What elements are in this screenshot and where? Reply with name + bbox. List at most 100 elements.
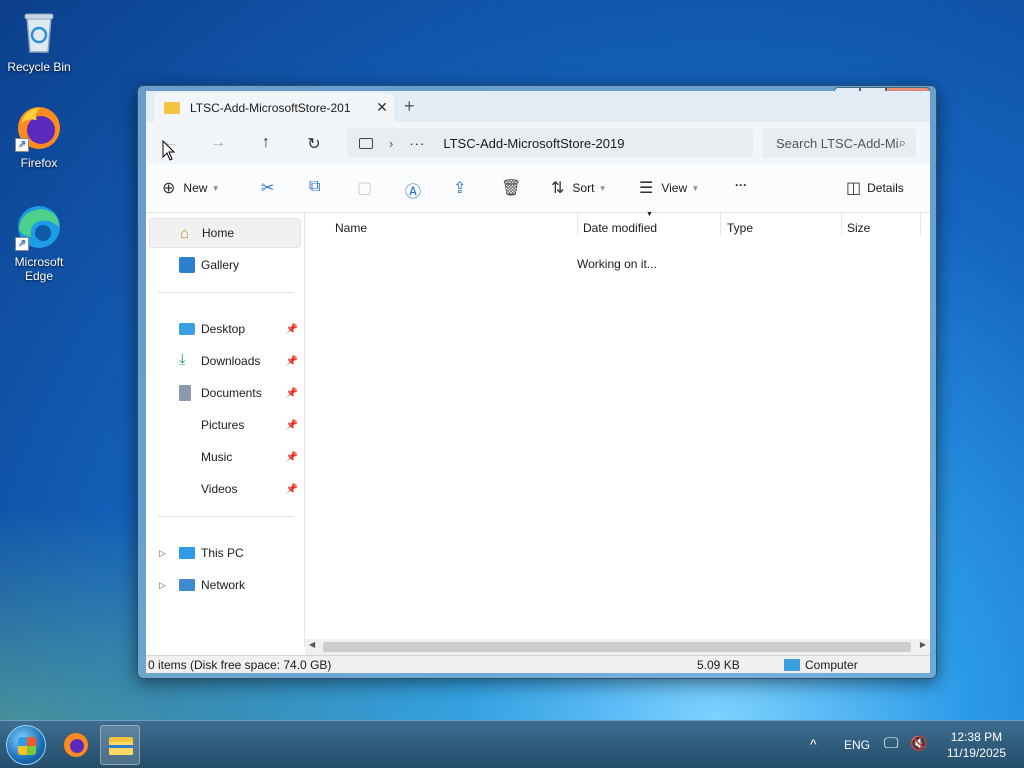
sidebar-item-home[interactable]: ⌂ Home	[149, 218, 301, 248]
horizontal-scrollbar[interactable]: ◀ ▶	[305, 639, 930, 655]
search-box[interactable]: Search LTSC-Add-MicrosoftStore-2019 ⌕	[762, 128, 916, 158]
shortcut-arrow-icon: ↗	[15, 138, 29, 152]
pin-icon[interactable]: 📌	[286, 388, 298, 399]
details-pane-icon: ◫	[846, 180, 862, 197]
new-tab-button[interactable]: +	[404, 96, 415, 117]
sort-arrows-icon: ⇅	[551, 180, 565, 197]
share-icon: ⇪	[453, 180, 467, 197]
view-button-label: View	[661, 181, 688, 195]
tab-title: LTSC-Add-MicrosoftStore-201	[190, 100, 351, 115]
search-input[interactable]: Search LTSC-Add-MicrosoftStore-2019	[776, 136, 899, 151]
desktop-icon-firefox[interactable]: ↗ Firefox	[1, 104, 77, 170]
copy-button[interactable]: ⧉	[309, 178, 320, 196]
pin-icon[interactable]: 📌	[286, 324, 298, 335]
refresh-button[interactable]: ↻	[290, 134, 338, 154]
firefox-icon	[64, 733, 88, 757]
command-bar: ⊕ New ▾ ✂ ⧉ ▢ Ⓐ ⇪ 🗑 ⇅ Sort ▾ ☰ View ▾ ··…	[146, 164, 930, 213]
sidebar-item-downloads[interactable]: ⤓ Downloads 📌	[149, 346, 301, 376]
copy-icon: ⧉	[309, 178, 321, 195]
column-separator[interactable]	[841, 213, 842, 235]
pin-icon[interactable]: 📌	[286, 452, 298, 463]
delete-button[interactable]: 🗑	[501, 178, 521, 198]
scrollbar-thumb[interactable]	[323, 642, 911, 652]
expand-chevron-icon[interactable]: ▷	[159, 548, 166, 559]
pin-icon[interactable]: 📌	[286, 484, 298, 495]
folder-icon	[164, 101, 180, 114]
chevron-down-icon: ▾	[693, 182, 698, 193]
computer-icon	[359, 137, 373, 149]
language-indicator[interactable]: ENG	[844, 738, 870, 752]
address-bar[interactable]: › ··· LTSC-Add-MicrosoftStore-2019	[347, 128, 753, 158]
sidebar-item-label: Pictures	[201, 418, 245, 432]
sort-button[interactable]: ⇅ Sort ▾	[551, 178, 605, 198]
shortcut-arrow-icon: ↗	[15, 237, 29, 251]
close-tab-icon[interactable]: ✕	[370, 99, 394, 116]
explorer-frame: LTSC-Add-MicrosoftStore-201 ✕ + ← → ↑ ↻ …	[146, 91, 930, 673]
file-explorer-icon	[109, 737, 133, 755]
breadcrumb-overflow-button[interactable]: ···	[409, 136, 425, 151]
sidebar-item-pictures[interactable]: Pictures 📌	[149, 410, 301, 440]
desktop-icon-label: Recycle Bin	[7, 60, 71, 74]
sidebar-item-this-pc[interactable]: ▷ This PC	[149, 538, 301, 568]
loading-status-text: Working on it...	[577, 257, 657, 271]
sort-indicator-icon: ▼	[646, 211, 653, 218]
system-clock[interactable]: 12:38 PM 11/19/2025	[947, 729, 1006, 761]
sidebar-item-network[interactable]: ▷ Network	[149, 570, 301, 600]
column-header-size[interactable]: Size	[847, 221, 870, 235]
file-explorer-window: – □ ✕ LTSC-Add-MicrosoftStore-201 ✕ + ← …	[137, 85, 937, 679]
new-button[interactable]: ⊕ New ▾	[162, 178, 218, 198]
computer-icon	[784, 659, 800, 671]
view-button[interactable]: ☰ View ▾	[639, 178, 698, 198]
taskbar-firefox[interactable]	[56, 725, 96, 765]
rename-button[interactable]: Ⓐ	[405, 178, 421, 202]
new-button-label: New	[183, 181, 208, 195]
paste-button[interactable]: ▢	[357, 178, 372, 198]
sidebar-item-label: Music	[201, 450, 233, 464]
breadcrumb-current-folder[interactable]: LTSC-Add-MicrosoftStore-2019	[443, 136, 624, 151]
desktop-icon-recycle-bin[interactable]: Recycle Bin	[1, 8, 77, 74]
scroll-left-arrow-icon[interactable]: ◀	[309, 640, 315, 649]
column-separator[interactable]	[577, 213, 578, 235]
navigation-pane: ⌂ Home Gallery Desktop 📌 ⤓ Downloads 📌 D…	[146, 213, 305, 647]
column-header-name[interactable]: Name	[335, 221, 367, 235]
sidebar-item-gallery[interactable]: Gallery	[149, 250, 301, 280]
sidebar-item-label: Desktop	[201, 322, 246, 336]
sidebar-item-music[interactable]: Music 📌	[149, 442, 301, 472]
sidebar-item-label: Documents	[201, 386, 262, 400]
scroll-right-arrow-icon[interactable]: ▶	[920, 640, 926, 649]
network-status-icon[interactable]: 🖵	[884, 735, 898, 752]
sort-button-label: Sort	[572, 181, 595, 195]
column-header-type[interactable]: Type	[727, 221, 753, 235]
forward-button[interactable]: →	[194, 134, 242, 152]
details-button-label: Details	[867, 181, 904, 195]
cut-button[interactable]: ✂	[261, 178, 274, 198]
sidebar-item-desktop[interactable]: Desktop 📌	[149, 314, 301, 344]
tab-current-folder[interactable]: LTSC-Add-MicrosoftStore-201 ✕	[154, 93, 394, 122]
column-separator[interactable]	[720, 213, 721, 235]
pin-icon[interactable]: 📌	[286, 420, 298, 431]
share-button[interactable]: ⇪	[453, 178, 466, 198]
sidebar-item-videos[interactable]: Videos 📌	[149, 474, 301, 504]
show-hidden-icons-button[interactable]: ^	[810, 736, 817, 752]
mouse-cursor-icon	[162, 140, 176, 161]
sidebar-item-label: Videos	[201, 482, 238, 496]
column-header-date-modified[interactable]: Date modified	[583, 221, 657, 235]
sidebar-divider	[158, 516, 294, 517]
breadcrumb-separator[interactable]: ›	[389, 136, 393, 151]
details-pane-button[interactable]: ◫ Details	[846, 178, 904, 198]
volume-muted-icon[interactable]: 🔇	[910, 735, 927, 752]
edge-icon: ↗	[15, 203, 63, 251]
sidebar-item-documents[interactable]: Documents 📌	[149, 378, 301, 408]
rename-icon: Ⓐ	[405, 184, 422, 201]
column-separator[interactable]	[920, 213, 921, 235]
desktop-icon-edge[interactable]: ↗ Microsoft Edge	[1, 203, 77, 283]
pin-icon[interactable]: 📌	[286, 356, 298, 367]
start-button[interactable]	[6, 725, 46, 765]
more-options-button[interactable]: ···	[735, 178, 747, 192]
up-button[interactable]: ↑	[242, 134, 290, 152]
download-arrow-icon: ⤓	[179, 351, 186, 368]
taskbar-file-explorer[interactable]	[100, 725, 140, 765]
status-bar: 0 items (Disk free space: 74.0 GB) 5.09 …	[146, 655, 930, 673]
status-item-count: 0 items (Disk free space: 74.0 GB)	[148, 658, 332, 672]
expand-chevron-icon[interactable]: ▷	[159, 580, 166, 591]
